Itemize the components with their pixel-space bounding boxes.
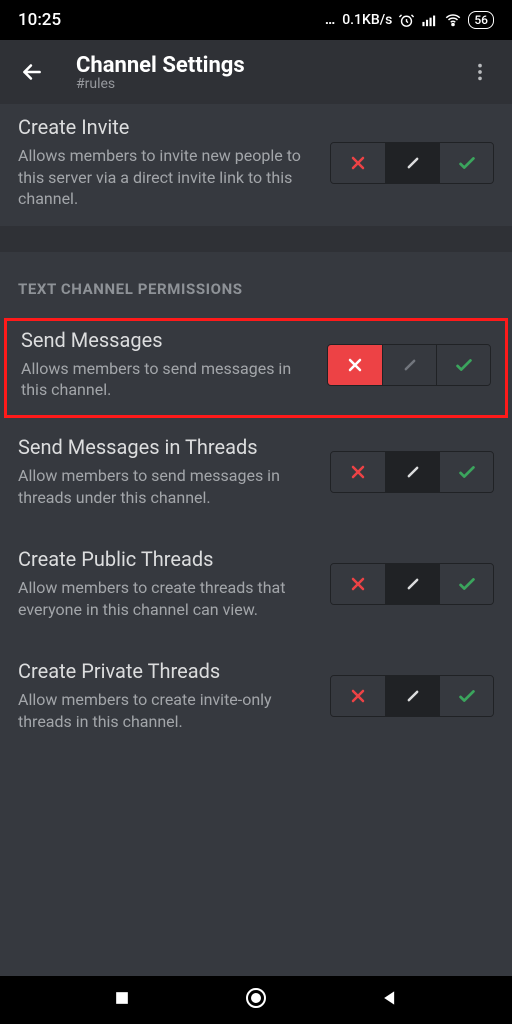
arrow-left-icon [19,59,45,85]
battery-icon: 56 [468,11,494,29]
perm-title: Send Messages in Threads [18,436,318,459]
perm-desc: Allow members to create invite-only thre… [18,689,318,732]
perm-passthrough-button[interactable] [382,345,436,385]
slash-icon [403,574,423,594]
perm-toggle-send-threads [330,451,494,493]
perm-title: Create Private Threads [18,660,318,683]
section-header-text-perms: TEXT CHANNEL PERMISSIONS [0,252,512,308]
perm-title: Create Public Threads [18,548,318,571]
perm-deny-button[interactable] [331,143,385,183]
signal-icon [421,12,438,29]
perm-deny-button[interactable] [328,345,382,385]
status-time: 10:25 [18,10,61,30]
check-icon [453,354,475,376]
check-icon [456,685,478,707]
x-icon [345,355,365,375]
perm-desc: Allows members to send messages in this … [21,358,315,401]
page-title: Channel Settings [76,53,245,78]
perm-deny-button[interactable] [331,676,385,716]
more-status-icon [325,12,336,28]
perm-toggle-create-private-threads [330,675,494,717]
section-divider [0,226,512,252]
circle-icon [244,986,268,1010]
x-icon [348,686,368,706]
check-icon [456,461,478,483]
check-icon [456,152,478,174]
system-nav-bar [0,976,512,1024]
perm-toggle-create-public-threads [330,563,494,605]
x-icon [348,574,368,594]
highlight-annotation: Send Messages Allows members to send mes… [4,318,508,418]
perm-row-send-threads: Send Messages in Threads Allow members t… [0,422,512,524]
slash-icon [403,462,423,482]
content-scroll[interactable]: Create Invite Allows members to invite n… [0,104,512,976]
perm-passthrough-button[interactable] [385,564,439,604]
triangle-left-icon [380,988,400,1008]
perm-passthrough-button[interactable] [385,676,439,716]
perm-toggle-send-messages [327,344,491,386]
nav-back-button[interactable] [380,988,400,1012]
overflow-button[interactable] [460,52,500,92]
back-button[interactable] [12,52,52,92]
perm-deny-button[interactable] [331,564,385,604]
perm-allow-button[interactable] [436,345,490,385]
perm-row-create-invite: Create Invite Allows members to invite n… [0,104,512,226]
perm-title: Create Invite [18,116,318,139]
check-icon [456,573,478,595]
alarm-icon [398,12,415,29]
app-bar: Channel Settings #rules [0,40,512,104]
perm-passthrough-button[interactable] [385,143,439,183]
status-bar: 10:25 0.1KB/s 56 [0,0,512,40]
perm-title: Send Messages [21,329,315,352]
perm-toggle-create-invite [330,142,494,184]
wifi-icon [444,11,462,29]
net-speed: 0.1KB/s [342,12,392,28]
perm-desc: Allows members to invite new people to t… [18,145,318,210]
nav-recents-button[interactable] [112,988,132,1012]
more-vertical-icon [469,61,491,83]
perm-allow-button[interactable] [439,676,493,716]
slash-icon [400,355,420,375]
perm-desc: Allow members to send messages in thread… [18,465,318,508]
perm-row-create-public-threads: Create Public Threads Allow members to c… [0,524,512,636]
x-icon [348,153,368,173]
nav-home-button[interactable] [244,986,268,1014]
page-subtitle: #rules [76,76,245,92]
perm-allow-button[interactable] [439,564,493,604]
perm-desc: Allow members to create threads that eve… [18,577,318,620]
slash-icon [403,153,423,173]
perm-allow-button[interactable] [439,143,493,183]
x-icon [348,462,368,482]
status-right: 0.1KB/s 56 [325,11,494,29]
perm-deny-button[interactable] [331,452,385,492]
slash-icon [403,686,423,706]
perm-row-create-private-threads: Create Private Threads Allow members to … [0,636,512,748]
square-icon [112,988,132,1008]
perm-passthrough-button[interactable] [385,452,439,492]
perm-allow-button[interactable] [439,452,493,492]
